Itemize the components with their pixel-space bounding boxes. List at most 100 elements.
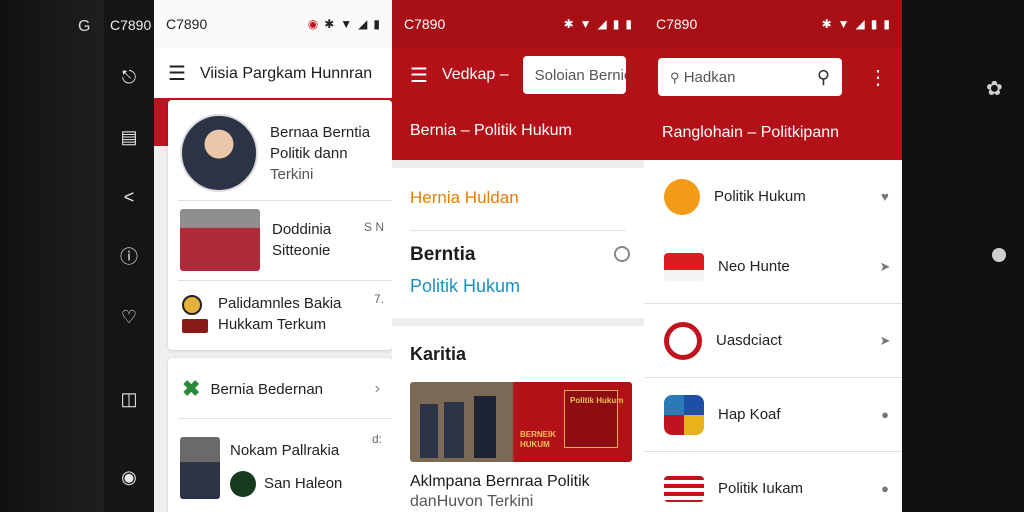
- section-title: Ranglohain – Politkipann: [662, 124, 840, 141]
- list-item[interactable]: ✖ Bernia Bedernan ›: [168, 368, 392, 410]
- news-subtitle: Terkini: [270, 165, 314, 183]
- signal-icon: ◢: [855, 17, 865, 31]
- news-thumbnail: [180, 437, 220, 499]
- list-item-label: Hap Koaf: [718, 406, 781, 423]
- rail-time: C7890: [110, 17, 152, 33]
- side-rail: C7890 ⎋ ▤ < ⓘ ♡ ◫ ◉: [104, 0, 154, 512]
- status-time: C7890: [404, 16, 446, 32]
- search-text: Soloian Bernie: [534, 66, 626, 84]
- news-meta: 7.: [373, 292, 384, 306]
- news-meta: d:: [371, 432, 382, 446]
- phone-screen-3: C7890 ✱ ▼ ◢ ▮ ▮ ⚲ Hadkan ⚲ ⋮ Ranglohain …: [644, 0, 902, 512]
- book-icon[interactable]: ◫: [118, 388, 140, 410]
- wifi-icon: ▼: [340, 17, 353, 31]
- status-bar: C7890 ✱ ▼ ◢ ▮ ▮: [392, 0, 644, 48]
- pin-icon[interactable]: ♥: [868, 189, 902, 204]
- news-thumbnail: [180, 209, 260, 271]
- wifi-icon: ▼: [579, 17, 592, 31]
- left-background: G: [0, 0, 104, 512]
- topic-title[interactable]: Berntia: [410, 244, 475, 266]
- news-title: Bernaa Berntia: [270, 123, 371, 141]
- g-glyph: G: [78, 18, 91, 35]
- heart-icon[interactable]: ♡: [118, 306, 140, 328]
- signal-icon: ◢: [358, 17, 368, 31]
- scroll-indicator[interactable]: [992, 248, 1006, 262]
- logo-icon: [230, 470, 256, 497]
- list-item[interactable]: Uasdciact ➤: [644, 304, 902, 378]
- news-title: Doddinia: [272, 221, 332, 238]
- status-icons: ✱ ▼ ◢ ▮ ▮: [822, 17, 890, 31]
- swirl-logo-icon: [664, 321, 702, 360]
- arrow-right-icon[interactable]: ➤: [868, 259, 902, 275]
- wifi-icon: ▼: [837, 17, 850, 31]
- share-icon[interactable]: <: [118, 186, 140, 208]
- article-image[interactable]: Politik Hukum BERNEIK HUKUM: [410, 382, 632, 462]
- topic-heading[interactable]: Hernia Huldan: [410, 188, 519, 208]
- status-bar: C7890 ✱ ▼ ◢ ▮ ▮: [644, 0, 902, 48]
- status-bar: C7890 ◉ ✱ ▼ ◢ ▮: [154, 0, 392, 48]
- list-item-label: Politik Iukam: [718, 480, 804, 497]
- share-box-icon[interactable]: ⎋: [118, 66, 140, 88]
- list-item[interactable]: Politik Iukam ●: [644, 452, 902, 512]
- divider: [178, 418, 392, 419]
- news-title: Palidamnles Bakia: [218, 295, 342, 312]
- divider: [178, 200, 392, 201]
- grid-box-icon[interactable]: ▤: [118, 126, 140, 148]
- app-bar: ☰ Viisia Pargkam Hunnran: [154, 48, 392, 100]
- radio-button[interactable]: [614, 246, 630, 262]
- list-item[interactable]: Nokam Pallrakia San Haleon d:: [168, 426, 392, 510]
- topic-panel: Hernia Huldan Berntia Politik Hukum: [392, 168, 644, 318]
- app-badge-icon: ◉: [307, 17, 319, 31]
- news-item[interactable]: Doddinia Sitteonie S N: [168, 206, 392, 274]
- battery-icon: ▮: [870, 17, 878, 31]
- arrow-right-icon[interactable]: ➤: [868, 333, 902, 349]
- list-item[interactable]: Hap Koaf ●: [644, 378, 902, 452]
- puzzle-icon[interactable]: ✿: [986, 76, 1003, 101]
- app-title: Viisia Pargkam Hunnran: [199, 64, 373, 82]
- status-time: C7890: [166, 16, 208, 32]
- overlay-text: Politik Hukum: [570, 396, 624, 405]
- chevron-right-icon[interactable]: ›: [375, 380, 380, 398]
- badge-icon: [182, 319, 208, 333]
- menu-icon[interactable]: ☰: [168, 61, 186, 86]
- battery-icon: ▮: [883, 17, 890, 31]
- pin-icon[interactable]: ●: [868, 407, 902, 422]
- more-options-icon[interactable]: ⋮: [868, 65, 888, 90]
- news-item[interactable]: Palidamnles Bakia Hukkam Terkum 7.: [168, 284, 392, 344]
- status-time: C7890: [656, 16, 698, 32]
- eye-icon[interactable]: ◉: [118, 466, 140, 488]
- list-item[interactable]: Neo Hunte ➤: [644, 230, 902, 304]
- chat-bubble-icon: [664, 178, 700, 215]
- article-headline: Aklmpana Bernraa Politik: [410, 473, 590, 490]
- news-item[interactable]: Bernaa Berntia Politik dann Terkini: [168, 108, 392, 198]
- emblem-icon: [182, 295, 202, 315]
- bluetooth-icon: ✱: [563, 17, 574, 31]
- search-input[interactable]: Soloian Bernie: [522, 56, 626, 94]
- menu-icon[interactable]: ☰: [410, 63, 428, 88]
- item-label: Bernia Bedernan: [210, 380, 324, 398]
- news-title: Nokam Pallrakia: [230, 441, 340, 459]
- news-title-2: Hukkam Terkum: [218, 316, 327, 333]
- status-icons: ✱ ▼ ◢ ▮ ▮: [564, 17, 632, 31]
- right-background: ✿: [902, 0, 1024, 512]
- news-card-2: ✖ Bernia Bedernan › Nokam Pallrakia San …: [168, 358, 392, 512]
- pin-icon[interactable]: ●: [868, 481, 902, 496]
- search-icon[interactable]: ⚲: [817, 67, 830, 88]
- article-panel: Karitia Politik Hukum BERNEIK HUKUM Aklm…: [392, 326, 644, 512]
- phone-screen-1: C7890 ◉ ✱ ▼ ◢ ▮ ☰ Viisia Pargkam Hunnran…: [154, 0, 392, 512]
- section-title: Bernia – Politik Hukum: [410, 122, 572, 139]
- news-subtitle: San Haleon: [264, 475, 343, 492]
- screen: G C7890 ⎋ ▤ < ⓘ ♡ ◫ ◉ C7890 ◉ ✱ ▼ ◢ ▮ ☰ …: [0, 0, 1024, 512]
- topic-link[interactable]: Politik Hukum: [410, 276, 520, 297]
- section-heading: Karitia: [410, 344, 467, 364]
- info-icon[interactable]: ⓘ: [118, 246, 140, 268]
- signal-icon: ◢: [597, 17, 607, 31]
- search-input[interactable]: ⚲ Hadkan ⚲: [658, 58, 842, 96]
- list-item[interactable]: Politik Hukum ♥: [644, 160, 902, 234]
- app-label: Vedkap –: [441, 66, 509, 83]
- search-icon: ⚲: [670, 69, 680, 85]
- stripes-flag-icon: [664, 475, 704, 502]
- list-item-label: Politik Hukum: [714, 188, 806, 205]
- image-caption: BERNEIK: [520, 430, 557, 439]
- list-item-label: Neo Hunte: [718, 258, 790, 275]
